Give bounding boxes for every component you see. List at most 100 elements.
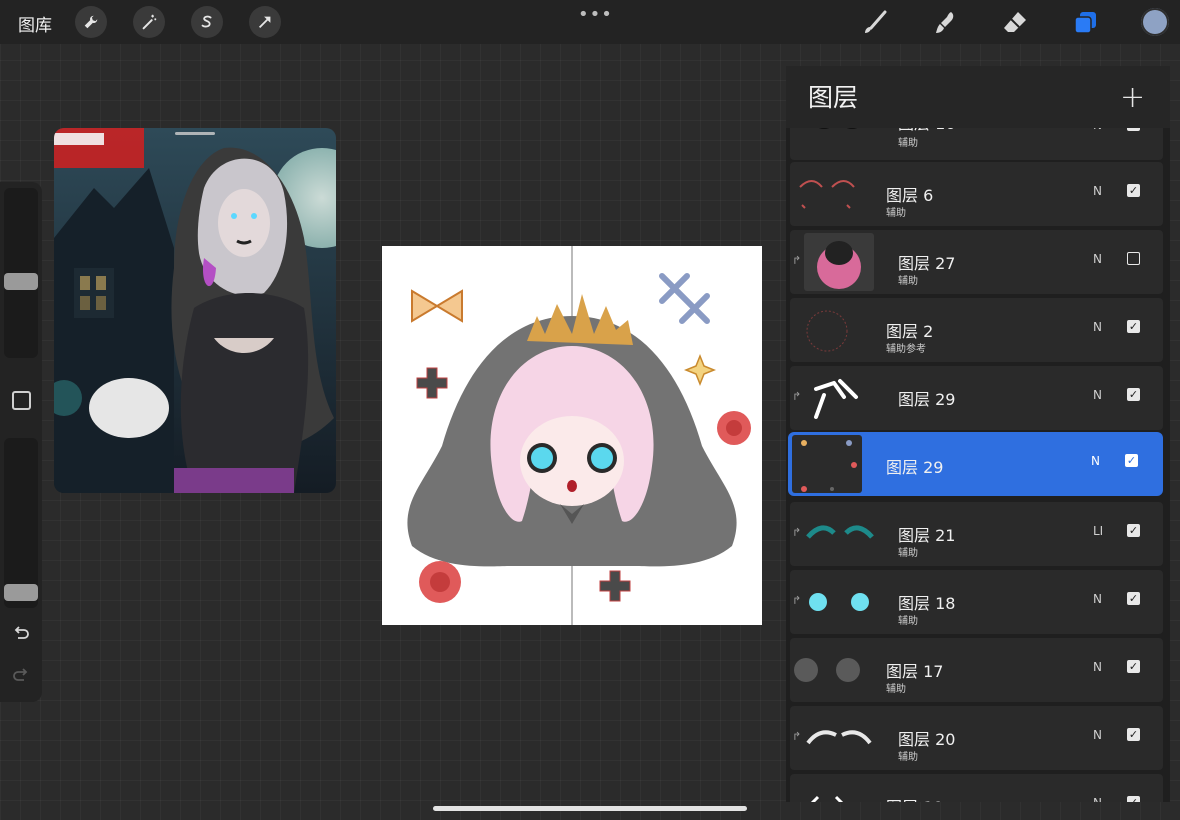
redo-icon[interactable] <box>11 666 31 686</box>
blend-mode[interactable]: N <box>1093 660 1102 674</box>
layer-sublabel: 辅助参考 <box>886 344 926 355</box>
blend-mode[interactable]: N <box>1093 388 1102 402</box>
opacity-slider[interactable] <box>4 438 38 608</box>
layer-row[interactable]: ↱ 图层 21 辅助 LI ✓ <box>790 502 1163 566</box>
brush-icon <box>865 10 887 33</box>
layer-row-selected[interactable]: 图层 29 N ✓ <box>788 432 1163 496</box>
layer-thumbnail <box>792 777 862 802</box>
layer-thumbnail <box>804 573 874 631</box>
visibility-checkbox[interactable]: ✓ <box>1127 728 1140 741</box>
cursor-arrow-icon <box>258 16 271 29</box>
layer-name: 图层 17 <box>886 662 944 681</box>
modify-button[interactable] <box>12 391 31 410</box>
blend-mode[interactable]: N <box>1093 184 1102 198</box>
visibility-checkbox[interactable]: ✓ <box>1127 660 1140 673</box>
layers-panel-title: 图层 <box>808 83 859 112</box>
clipping-mask-icon: ↱ <box>792 730 802 743</box>
layer-sublabel: 辅助 <box>898 138 918 149</box>
clipping-mask-icon: ↱ <box>792 254 802 267</box>
adjustments-button[interactable] <box>133 6 165 38</box>
layer-row[interactable]: ↱ 图层 18 辅助 N ✓ <box>790 570 1163 634</box>
brush-tool[interactable] <box>860 8 890 38</box>
layer-thumbnail <box>804 233 874 291</box>
eraser-icon <box>1004 12 1026 32</box>
add-layer-button[interactable]: + <box>1120 80 1145 115</box>
clipping-mask-icon: ↱ <box>792 594 802 607</box>
layer-row[interactable]: ↱ 图层 27 辅助 N ✓ <box>790 230 1163 294</box>
blend-mode[interactable]: N <box>1093 252 1102 266</box>
actions-button[interactable] <box>75 6 107 38</box>
blend-mode[interactable]: N <box>1093 320 1102 334</box>
visibility-checkbox[interactable]: ✓ <box>1127 184 1140 197</box>
visibility-checkbox[interactable]: ✓ <box>1127 320 1140 333</box>
layer-name: 图层 27 <box>898 254 956 273</box>
blend-mode[interactable]: N <box>1093 592 1102 606</box>
left-sidebar <box>0 182 42 702</box>
visibility-checkbox[interactable]: ✓ <box>1127 592 1140 605</box>
layer-thumbnail <box>804 709 874 767</box>
layer-sublabel: 辅助 <box>886 684 906 695</box>
drawing-canvas[interactable] <box>382 246 762 625</box>
layer-sublabel: 辅助 <box>898 276 918 287</box>
layer-row[interactable]: ↱ 图层 20 辅助 N ✓ <box>790 706 1163 770</box>
layer-row[interactable]: 图层 2 辅助参考 N ✓ <box>790 298 1163 362</box>
layer-thumbnail <box>804 505 874 563</box>
layer-row[interactable]: 图层 6 辅助 N ✓ <box>790 162 1163 226</box>
reference-image <box>54 128 336 493</box>
artwork <box>407 246 751 625</box>
home-indicator <box>433 806 747 811</box>
blend-mode[interactable]: LI <box>1093 524 1103 538</box>
visibility-checkbox[interactable]: ✓ <box>1127 796 1140 802</box>
gallery-button[interactable]: 图库 <box>18 11 52 36</box>
eraser-tool[interactable] <box>1000 8 1030 38</box>
clipping-mask-icon: ↱ <box>792 526 802 539</box>
layer-name: 图层 19 <box>886 794 943 802</box>
layer-sublabel: 辅助 <box>898 616 918 627</box>
selection-button[interactable] <box>191 6 223 38</box>
layer-thumbnail <box>792 435 862 493</box>
more-options[interactable]: ••• <box>578 4 613 25</box>
layer-name: 图层 2 <box>886 322 934 341</box>
layers-tool[interactable] <box>1070 8 1100 38</box>
layer-name: 图层 21 <box>898 526 956 545</box>
color-swatch[interactable] <box>1141 8 1169 36</box>
layer-name: 图层 29 <box>886 458 944 477</box>
visibility-checkbox[interactable]: ✓ <box>1127 388 1140 401</box>
clipping-mask-icon: ↱ <box>792 390 802 403</box>
layer-sublabel: 辅助 <box>898 548 918 559</box>
layer-thumbnail <box>792 165 862 223</box>
layer-sublabel: 辅助 <box>886 208 906 219</box>
visibility-checkbox[interactable]: ✓ <box>1127 524 1140 537</box>
visibility-checkbox[interactable]: ✓ <box>1125 454 1138 467</box>
top-toolbar: 图库 ••• <box>0 0 1180 44</box>
layer-row[interactable]: ↱ 图层 29 N ✓ <box>790 366 1163 430</box>
layer-thumbnail <box>804 369 874 427</box>
layer-thumbnail <box>792 641 862 699</box>
layer-row[interactable]: 图层 19 N ✓ <box>790 774 1163 802</box>
layer-name: 图层 18 <box>898 594 956 613</box>
layers-icon <box>1074 12 1096 34</box>
blend-mode[interactable]: N <box>1093 796 1102 802</box>
layer-name: 图层 20 <box>898 730 956 749</box>
opacity-thumb[interactable] <box>4 584 38 601</box>
blend-mode[interactable]: N <box>1093 728 1102 742</box>
layer-row[interactable]: 图层 17 辅助 N ✓ <box>790 638 1163 702</box>
layer-sublabel: 辅助 <box>898 752 918 763</box>
layers-panel-header: 图层 + <box>786 66 1170 128</box>
smudge-tool[interactable] <box>930 8 960 38</box>
reference-window[interactable] <box>54 128 336 493</box>
layer-name: 图层 29 <box>898 390 956 409</box>
brush-size-thumb[interactable] <box>4 273 38 290</box>
magic-wand-icon <box>142 14 157 30</box>
layer-thumbnail <box>792 301 862 359</box>
reference-grip[interactable] <box>175 132 215 135</box>
undo-icon[interactable] <box>11 624 31 644</box>
layer-name: 图层 6 <box>886 186 934 205</box>
brush-size-slider[interactable] <box>4 188 38 358</box>
smudge-icon <box>936 12 954 33</box>
layers-panel: 图层 + 图层 16 辅助 N ✓ 图层 6 辅助 N ✓ ↱ 图层 27 辅助… <box>786 66 1170 802</box>
selection-s-icon <box>201 15 212 28</box>
transform-button[interactable] <box>249 6 281 38</box>
blend-mode[interactable]: N <box>1091 454 1100 468</box>
visibility-checkbox[interactable]: ✓ <box>1127 252 1140 265</box>
